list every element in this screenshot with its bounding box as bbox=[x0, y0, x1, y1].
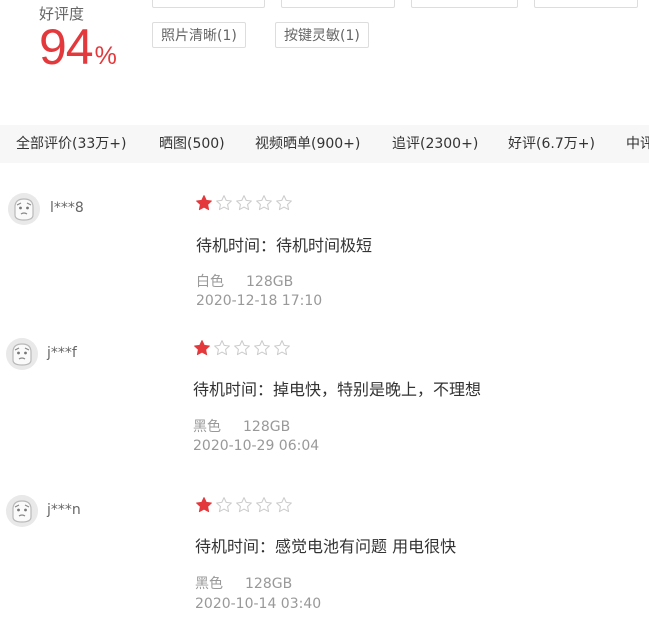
variant-color: 黑色 bbox=[193, 419, 221, 435]
variant-color: 黑色 bbox=[195, 576, 223, 592]
star-filled-icon bbox=[196, 497, 212, 513]
default-face-avatar-icon bbox=[6, 338, 38, 370]
tag-clipped[interactable] bbox=[411, 0, 518, 8]
rating-value: 94% bbox=[39, 22, 117, 72]
star-outline-icon bbox=[256, 195, 272, 211]
avatar[interactable] bbox=[8, 193, 40, 225]
star-rating bbox=[193, 339, 293, 357]
variant-storage: 128GB bbox=[246, 274, 294, 290]
star-outline-icon bbox=[236, 195, 252, 211]
star-outline-icon bbox=[256, 497, 272, 513]
variant-storage: 128GB bbox=[243, 419, 291, 435]
product-variant: 白色 128GB bbox=[196, 271, 293, 291]
star-outline-icon bbox=[254, 340, 270, 356]
tag-clipped[interactable] bbox=[152, 0, 265, 8]
filter-photos[interactable]: 晒图(500) bbox=[159, 125, 225, 163]
review-username: j***f bbox=[47, 345, 77, 361]
filter-all[interactable]: 全部评价(33万+) bbox=[16, 125, 126, 163]
star-outline-icon bbox=[234, 340, 250, 356]
star-filled-icon bbox=[196, 195, 212, 211]
review-username: l***8 bbox=[50, 200, 84, 216]
star-outline-icon bbox=[216, 195, 232, 211]
star-outline-icon bbox=[274, 340, 290, 356]
filter-positive[interactable]: 好评(6.7万+) bbox=[508, 125, 595, 163]
review-comment: 待机时间：感觉电池有问题 用电很快 bbox=[195, 537, 457, 556]
review-comment: 待机时间：待机时间极短 bbox=[196, 236, 373, 255]
avatar[interactable] bbox=[6, 495, 38, 527]
filter-follow-up[interactable]: 追评(2300+) bbox=[392, 125, 478, 163]
review-filter-bar: 全部评价(33万+) 晒图(500) 视频晒单(900+) 追评(2300+) … bbox=[0, 125, 649, 163]
variant-storage: 128GB bbox=[245, 576, 293, 592]
review-date: 2020-10-29 06:04 bbox=[193, 438, 320, 454]
tag-clipped[interactable] bbox=[534, 0, 638, 8]
filter-videos[interactable]: 视频晒单(900+) bbox=[255, 125, 360, 163]
avatar[interactable] bbox=[6, 338, 38, 370]
star-rating bbox=[195, 194, 295, 212]
rating-number: 94 bbox=[39, 19, 94, 75]
rating-percent-sign: % bbox=[94, 42, 117, 70]
variant-color: 白色 bbox=[196, 274, 224, 290]
star-outline-icon bbox=[216, 497, 232, 513]
default-face-avatar-icon bbox=[6, 495, 38, 527]
product-variant: 黑色 128GB bbox=[193, 416, 290, 436]
tag-item[interactable]: 照片清晰(1) bbox=[152, 22, 246, 48]
filter-neutral[interactable]: 中评 bbox=[626, 125, 649, 163]
star-rating bbox=[195, 496, 295, 514]
star-outline-icon bbox=[214, 340, 230, 356]
default-face-avatar-icon bbox=[8, 193, 40, 225]
review-date: 2020-10-14 03:40 bbox=[195, 596, 322, 612]
review-comment: 待机时间：掉电快，特别是晚上，不理想 bbox=[193, 380, 482, 399]
review-username: j***n bbox=[47, 502, 81, 518]
star-outline-icon bbox=[276, 195, 292, 211]
star-outline-icon bbox=[236, 497, 252, 513]
star-outline-icon bbox=[276, 497, 292, 513]
product-variant: 黑色 128GB bbox=[195, 573, 292, 593]
star-filled-icon bbox=[194, 340, 210, 356]
review-date: 2020-12-18 17:10 bbox=[196, 293, 323, 309]
tag-item[interactable]: 按键灵敏(1) bbox=[275, 22, 369, 48]
tag-clipped[interactable] bbox=[281, 0, 395, 8]
